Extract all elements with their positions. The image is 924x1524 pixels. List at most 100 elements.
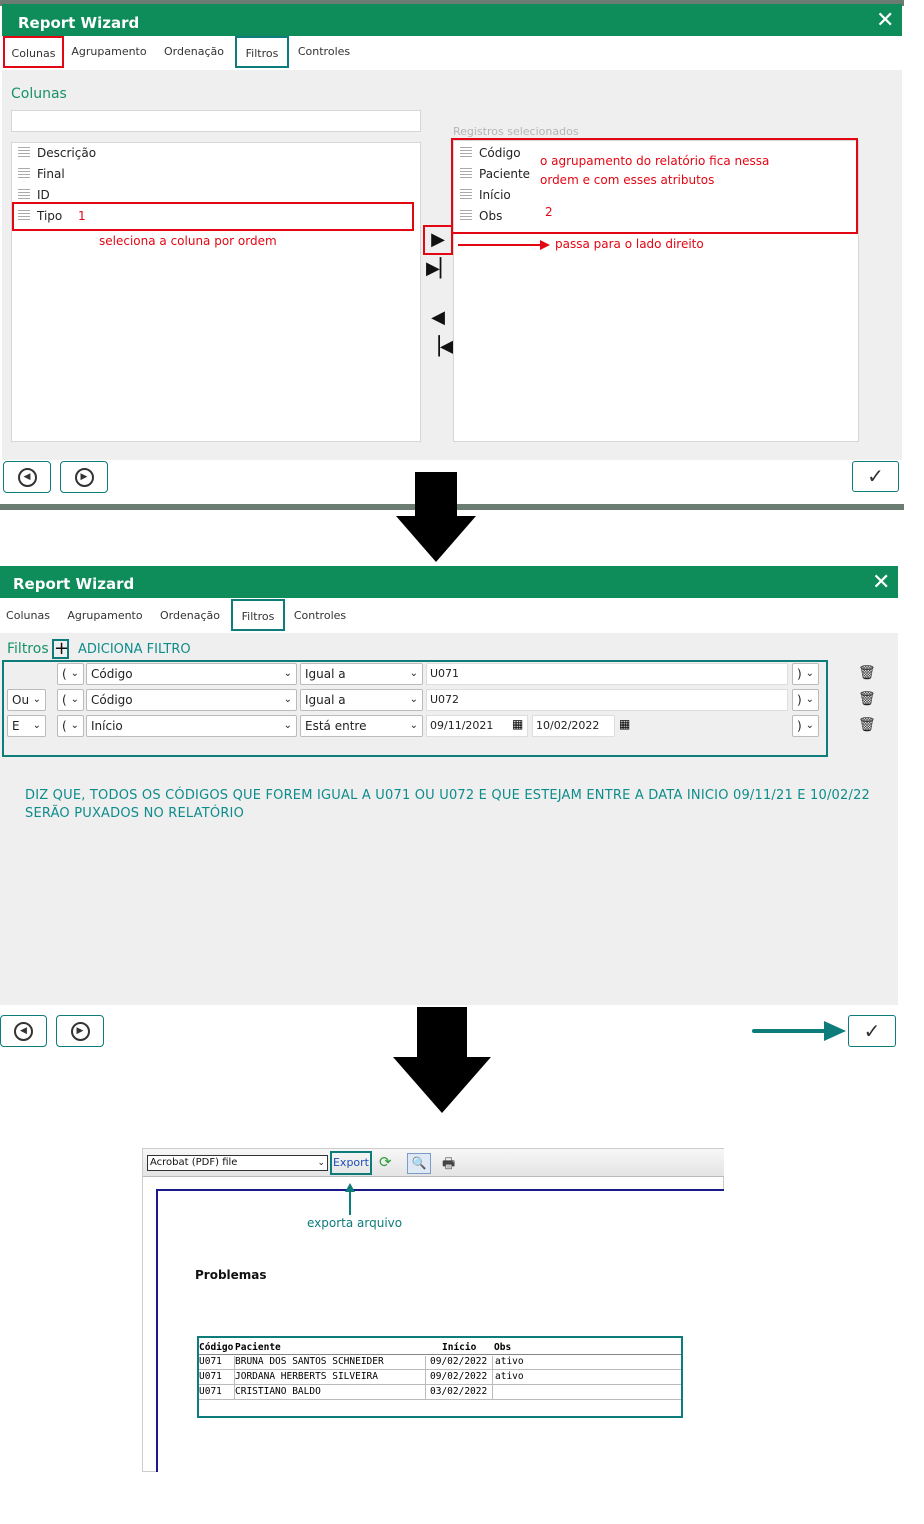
calendar-icon[interactable]: ▦ (619, 717, 630, 731)
tab-bar: Colunas Agrupamento Ordenação Filtros Co… (0, 598, 898, 633)
field-select[interactable]: Início ⌄ (86, 715, 297, 737)
close-paren-select[interactable]: ) ⌄ (792, 715, 819, 737)
export-button[interactable]: Export (330, 1151, 372, 1175)
divider (199, 1354, 681, 1355)
annotation-exporta: exporta arquivo (307, 1216, 403, 1230)
annotation-agrupamento-line1: o agrupamento do relatório fica nessa (540, 154, 770, 168)
open-paren-select[interactable]: (⌄ (57, 715, 84, 737)
window-title: Report Wizard (18, 14, 140, 32)
close-icon[interactable]: ✕ (872, 570, 890, 596)
title-bar: Report Wizard ✕ (2, 4, 902, 36)
section-title: Colunas (11, 86, 67, 102)
list-item[interactable]: Final (18, 165, 65, 183)
value-input[interactable]: U072 (426, 689, 788, 711)
annotation-arrow-up (345, 1183, 355, 1215)
previous-button[interactable]: ◀ (0, 1015, 47, 1047)
tab-filtros[interactable]: Filtros (231, 599, 285, 631)
chevron-left-icon: ◀ (17, 467, 37, 487)
filter-row: Ou ⌄ (⌄ Código ⌄ Igual a ⌄ U072 ) ⌄ 🗑 (0, 689, 900, 713)
next-button[interactable]: ▶ (56, 1015, 104, 1047)
tab-agrupamento[interactable]: Agrupamento (66, 600, 144, 632)
field-select[interactable]: Código ⌄ (86, 663, 297, 685)
field-select[interactable]: Código ⌄ (86, 689, 297, 711)
annotation-number-2: 2 (545, 205, 553, 219)
tab-filtros[interactable]: Filtros (235, 36, 289, 68)
operator-select[interactable]: Igual a ⌄ (300, 689, 423, 711)
calendar-icon[interactable]: ▦ (512, 717, 523, 731)
operator-select[interactable]: Está entre ⌄ (300, 715, 423, 737)
move-left-button[interactable]: ◀ (426, 307, 450, 329)
finish-button[interactable]: ✓ (848, 1015, 896, 1047)
filter-row: E ⌄ (⌄ Início ⌄ Está entre ⌄ 09/11/2021 ▦ 1… (0, 715, 900, 739)
value-input[interactable]: U071 (426, 663, 788, 685)
trash-icon[interactable]: 🗑 (858, 691, 876, 707)
tab-colunas[interactable]: Colunas (3, 36, 64, 68)
annotation-agrupamento-line2: ordem e com esses atributos (540, 173, 715, 187)
divider (492, 1356, 493, 1400)
move-right-button[interactable]: ▶ (426, 229, 450, 251)
open-paren-select[interactable]: (⌄ (57, 689, 84, 711)
close-icon[interactable]: ✕ (876, 8, 894, 34)
chevron-left-icon: ◀ (14, 1021, 33, 1041)
chevron-right-icon: ▶ (70, 1021, 90, 1041)
list-item[interactable]: Descrição (18, 144, 96, 162)
printer-icon[interactable]: 🖶 (442, 1153, 455, 1177)
export-format-select[interactable]: Acrobat (PDF) file ⌄ (147, 1155, 328, 1171)
flow-arrow-down-head (396, 516, 476, 562)
logic-select[interactable]: Ou ⌄ (7, 689, 46, 711)
trash-icon[interactable]: 🗑 (858, 665, 876, 681)
tab-controles[interactable]: Controles (290, 600, 350, 632)
move-all-left-button[interactable]: ▕◀ (426, 336, 454, 358)
plus-icon: + (54, 638, 70, 659)
tab-colunas[interactable]: Colunas (2, 600, 54, 632)
viewer-toolbar: Acrobat (PDF) file ⌄ Export ⟳ 🔍 🖶 (143, 1149, 724, 1177)
wizard-colunas-panel: Report Wizard ✕ Colunas Agrupamento Orde… (0, 0, 904, 512)
annotation-explanation-line1: DIZ QUE, TODOS OS CÓDIGOS QUE FOREM IGUA… (25, 788, 871, 803)
tab-bar: Colunas Agrupamento Ordenação Filtros Co… (2, 36, 902, 70)
tab-agrupamento[interactable]: Agrupamento (70, 36, 148, 68)
divider (234, 1356, 235, 1400)
logic-select[interactable]: E ⌄ (7, 715, 46, 737)
tab-ordenacao[interactable]: Ordenação (160, 36, 228, 68)
add-filter-button[interactable]: + (52, 639, 69, 659)
flow-arrow-down-head (393, 1057, 491, 1113)
open-paren-select[interactable]: (⌄ (57, 663, 84, 685)
annotation-explanation-line2: SERÃO PUXADOS NO RELATÓRIO (25, 806, 245, 821)
annotation-arrow-to-finish (752, 1021, 846, 1041)
report-title: Problemas (195, 1268, 267, 1282)
selected-columns-label: Registros selecionados (453, 125, 579, 138)
next-button[interactable]: ▶ (60, 461, 108, 493)
annotation-adiciona-filtro: ADICIONA FILTRO (78, 642, 191, 657)
annotation-number-1: 1 (78, 209, 86, 223)
divider (199, 1399, 681, 1400)
drag-handle-icon[interactable] (18, 189, 30, 200)
annotation-highlight-tipo (12, 202, 414, 231)
close-paren-select[interactable]: ) ⌄ (792, 689, 819, 711)
available-columns-list: Descrição Final ID Tipo (11, 142, 421, 442)
operator-select[interactable]: Igual a ⌄ (300, 663, 423, 685)
drag-handle-icon[interactable] (18, 147, 30, 158)
trash-icon[interactable]: 🗑 (858, 717, 876, 733)
previous-button[interactable]: ◀ (3, 461, 51, 493)
filter-row: (⌄ Código ⌄ Igual a ⌄ U071 ) ⌄ 🗑 (0, 663, 900, 687)
annotation-passa: passa para o lado direito (555, 237, 704, 251)
window-title: Report Wizard (13, 575, 135, 593)
drag-handle-icon[interactable] (18, 168, 30, 179)
divider (199, 1369, 681, 1370)
divider (425, 1356, 426, 1400)
column-search-input[interactable] (11, 110, 421, 132)
close-paren-select[interactable]: ) ⌄ (792, 663, 819, 685)
divider (199, 1384, 681, 1385)
chevron-right-icon: ▶ (74, 467, 94, 487)
tab-controles[interactable]: Controles (294, 36, 354, 68)
tab-ordenacao[interactable]: Ordenação (156, 600, 224, 632)
finish-button[interactable]: ✓ (852, 461, 899, 492)
move-all-right-button[interactable]: ▶▏ (426, 258, 454, 280)
title-bar: Report Wizard ✕ (0, 566, 898, 598)
refresh-icon[interactable]: ⟳ (379, 1153, 392, 1171)
date-end-input[interactable]: 10/02/2022 (532, 715, 615, 737)
filters-title: Filtros (7, 641, 49, 657)
check-icon: ✓ (867, 464, 884, 488)
flow-arrow-down-icon (417, 1007, 467, 1059)
search-icon[interactable]: 🔍 (407, 1153, 431, 1174)
